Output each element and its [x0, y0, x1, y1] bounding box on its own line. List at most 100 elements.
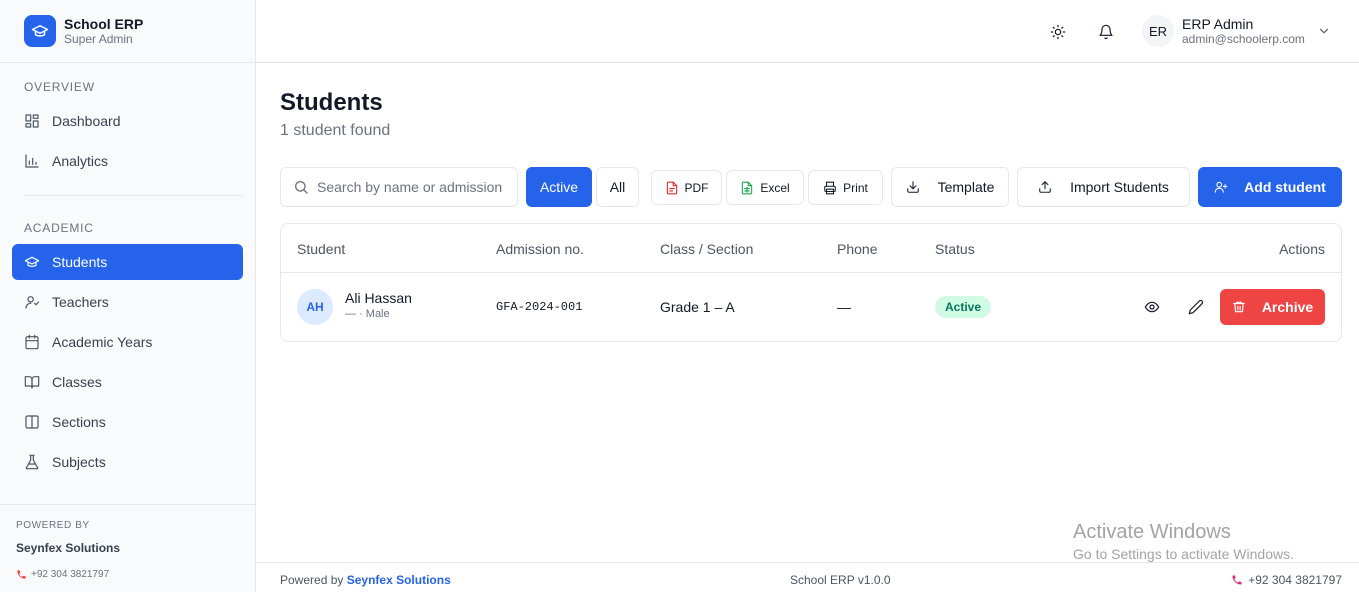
powered-by-label: POWERED BY: [16, 520, 90, 531]
column-header-status: Status: [935, 241, 975, 257]
import-students-label: Import Students: [1070, 179, 1169, 195]
admission-number: GFA-2024-001: [496, 300, 583, 314]
export-excel-label: Excel: [760, 180, 790, 195]
theme-toggle-button[interactable]: [1044, 18, 1072, 46]
spreadsheet-icon: [742, 181, 753, 194]
sidebar-item-dashboard[interactable]: Dashboard: [12, 103, 243, 139]
upload-icon: [1039, 181, 1051, 193]
download-template-button[interactable]: Template: [891, 167, 1009, 207]
filter-all-label: All: [609, 179, 626, 195]
page-subtitle: 1 student found: [280, 122, 391, 139]
student-meta: — · Male: [345, 308, 390, 320]
sidebar-item-label: Classes: [52, 374, 102, 390]
user-plus-icon: [1214, 181, 1228, 193]
print-button[interactable]: Print: [808, 170, 883, 205]
sidebar: School ERP Super Admin OVERVIEW Dashboar…: [0, 0, 256, 592]
bell-icon: [1099, 24, 1113, 40]
user-menu[interactable]: ER ERP Admin admin@schoolerp.com: [1142, 15, 1331, 47]
table-row[interactable]: AH Ali Hassan — · Male GFA-2024-001 Grad…: [281, 273, 1341, 341]
sidebar-item-students[interactable]: Students: [12, 244, 243, 280]
sidebar-item-label: Academic Years: [52, 334, 153, 350]
download-icon: [906, 181, 919, 193]
print-label: Print: [843, 180, 868, 195]
sidebar-item-analytics[interactable]: Analytics: [12, 143, 243, 179]
view-button[interactable]: [1142, 297, 1162, 317]
trash-icon: [1232, 301, 1245, 313]
book-open-icon: [24, 376, 40, 389]
flask-icon: [25, 454, 39, 470]
page-title: Students: [280, 89, 383, 116]
filter-active-label: Active: [539, 179, 579, 195]
footer-phone[interactable]: +92 304 3821797: [1231, 573, 1342, 587]
column-header-student: Student: [297, 241, 346, 257]
avatar: ER: [1142, 15, 1174, 47]
sidebar-divider: [24, 195, 243, 196]
column-header-class-section: Class / Section: [660, 241, 754, 257]
class-section: Grade 1 – A: [660, 299, 735, 315]
academic-section-label: ACADEMIC: [24, 221, 94, 235]
sidebar-item-label: Analytics: [52, 153, 109, 169]
phone-value: —: [837, 299, 851, 315]
footer-powered-by: Powered by Seynfex Solutions: [280, 573, 451, 587]
filter-all-button[interactable]: All: [596, 167, 639, 207]
footer-phone-text: +92 304 3821797: [1248, 573, 1342, 587]
students-table: Student Admission no. Class / Section Ph…: [280, 223, 1342, 342]
footer-powered-prefix: Powered by: [280, 573, 344, 587]
sidebar-item-label: Subjects: [52, 454, 106, 470]
activation-watermark-title: Activate Windows: [1073, 521, 1231, 543]
sidebar-item-academic-years[interactable]: Academic Years: [12, 324, 243, 360]
archive-label: Archive: [1261, 299, 1314, 315]
graduation-cap-icon: [24, 15, 56, 47]
graduation-cap-icon: [24, 256, 40, 267]
powered-by-name: Seynfex Solutions: [16, 541, 121, 555]
calendar-icon: [25, 334, 39, 350]
sidebar-item-label: Students: [52, 254, 108, 270]
search-icon: [295, 181, 308, 194]
export-pdf-label: PDF: [684, 180, 709, 195]
sidebar-item-subjects[interactable]: Subjects: [12, 444, 243, 480]
sun-icon: [1050, 24, 1066, 40]
notifications-button[interactable]: [1092, 18, 1120, 46]
phone-icon: [17, 570, 26, 579]
user-name: ERP Admin: [1182, 16, 1254, 32]
powered-by-phone[interactable]: +92 304 3821797: [16, 569, 255, 580]
user-email: admin@schoolerp.com: [1182, 32, 1305, 46]
search-input[interactable]: [317, 179, 507, 195]
column-header-admission: Admission no.: [496, 241, 584, 257]
sidebar-item-classes[interactable]: Classes: [12, 364, 243, 400]
add-student-label: Add student: [1244, 179, 1326, 195]
column-header-phone: Phone: [837, 241, 878, 257]
import-students-button[interactable]: Import Students: [1017, 167, 1190, 207]
user-icon: [25, 296, 40, 309]
overview-section-label: OVERVIEW: [24, 80, 95, 94]
table-header: Student Admission no. Class / Section Ph…: [281, 224, 1341, 273]
edit-button[interactable]: [1186, 297, 1206, 317]
export-excel-button[interactable]: Excel: [726, 170, 804, 205]
bar-chart-icon: [25, 154, 39, 168]
column-header-actions: Actions: [1279, 241, 1325, 257]
footer-powered-link[interactable]: Seynfex Solutions: [347, 573, 451, 587]
sidebar-item-sections[interactable]: Sections: [12, 404, 243, 440]
search-field[interactable]: [280, 167, 518, 207]
footer-version: School ERP v1.0.0: [790, 573, 891, 587]
phone-icon: [1232, 575, 1242, 585]
eye-icon: [1144, 301, 1160, 313]
chevron-down-icon: [1319, 28, 1328, 34]
dashboard-icon: [25, 114, 39, 128]
powered-by-panel: POWERED BY Seynfex Solutions +92 304 382…: [0, 504, 255, 592]
student-name[interactable]: Ali Hassan: [345, 290, 412, 306]
sidebar-item-label: Sections: [52, 414, 106, 430]
brand[interactable]: School ERP Super Admin: [0, 0, 255, 63]
footer: Powered by Seynfex Solutions School ERP …: [256, 562, 1359, 592]
archive-button[interactable]: Archive: [1220, 289, 1325, 325]
export-pdf-button[interactable]: PDF: [651, 170, 722, 205]
activation-watermark-subtitle: Go to Settings to activate Windows.: [1073, 546, 1294, 562]
filter-active-button[interactable]: Active: [526, 167, 592, 207]
brand-subtitle: Super Admin: [64, 32, 133, 46]
sidebar-item-teachers[interactable]: Teachers: [12, 284, 243, 320]
powered-by-phone-text: +92 304 3821797: [31, 569, 110, 580]
topbar: ER ERP Admin admin@schoolerp.com: [256, 0, 1359, 63]
add-student-button[interactable]: Add student: [1198, 167, 1342, 207]
avatar: AH: [297, 289, 333, 325]
sidebar-item-label: Teachers: [52, 294, 109, 310]
